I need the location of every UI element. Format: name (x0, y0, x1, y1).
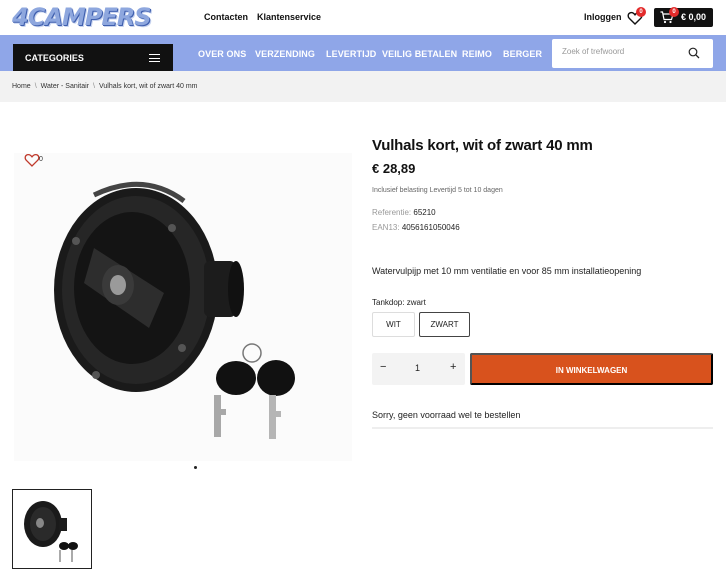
main-nav: CATEGORIES OVER ONS VERZENDING LEVERTIJD… (0, 35, 726, 72)
tax-delivery-note: Inclusief belasting Levertijd 5 tot 10 d… (372, 187, 503, 194)
option-zwart-button[interactable]: ZWART (419, 312, 470, 337)
cart-button[interactable]: € 0,00 (654, 8, 713, 27)
reference-row: Referentie: 65210 (372, 208, 436, 217)
nav-link-levertijd[interactable]: LEVERTIJD (326, 49, 376, 59)
product-price: € 28,89 (372, 161, 416, 176)
top-bar: 4CAMPERS Contacten Klantenservice Inlogg… (0, 0, 726, 35)
ean-label: EAN13: (372, 223, 400, 232)
categories-label: CATEGORIES (25, 53, 84, 63)
breadcrumb-water-sanitair[interactable]: Water - Sanitair (41, 83, 89, 90)
breadcrumb: Home \ Water - Sanitair \ Vulhals kort, wit … (12, 83, 198, 90)
quantity-increase-button[interactable]: + (450, 361, 456, 373)
site-logo[interactable]: 4CAMPERS (12, 3, 152, 31)
quantity-value[interactable]: 1 (415, 363, 420, 373)
reference-value: 65210 (413, 208, 436, 217)
customer-service-link[interactable]: Klantenservice (257, 12, 321, 22)
categories-button[interactable]: CATEGORIES (13, 44, 173, 72)
product-title: Vulhals kort, wit of zwart 40 mm (372, 137, 593, 154)
product-wishlist-count: 0 (39, 156, 43, 163)
login-link[interactable]: Inloggen (584, 12, 622, 22)
search-box (552, 39, 713, 68)
search-input[interactable] (562, 47, 682, 56)
nav-link-reimo[interactable]: REIMO (462, 49, 492, 59)
nav-link-verzending[interactable]: VERZENDING (255, 49, 315, 59)
divider (372, 427, 713, 429)
nav-link-veilig-betalen[interactable]: VEILIG BETALEN (382, 49, 457, 59)
menu-icon (149, 54, 160, 62)
reference-label: Referentie: (372, 208, 412, 217)
breadcrumb-separator: \ (34, 83, 37, 90)
option-label: Tankdop: zwart (372, 298, 426, 307)
carousel-dot[interactable] (194, 466, 197, 469)
nav-link-over-ons[interactable]: OVER ONS (198, 49, 246, 59)
search-icon[interactable] (688, 47, 700, 59)
breadcrumb-bar: Home \ Water - Sanitair \ Vulhals kort, wit … (0, 71, 726, 102)
cart-count-badge: 0 (669, 7, 679, 17)
ean-value: 4056161050046 (401, 223, 460, 232)
contact-link[interactable]: Contacten (204, 12, 248, 22)
cart-total: € 0,00 (681, 12, 707, 22)
product-image[interactable] (14, 153, 352, 461)
breadcrumb-home[interactable]: Home (12, 83, 31, 90)
breadcrumb-separator: \ (93, 83, 95, 90)
add-to-cart-button[interactable]: IN WINKELWAGEN (470, 353, 713, 385)
breadcrumb-current: Vulhals kort, wit of zwart 40 mm (98, 83, 198, 90)
stock-status: Sorry, geen voorraad wel te bestellen (372, 410, 521, 420)
product-description: Watervulpijp met 10 mm ventilatie en voo… (372, 266, 642, 276)
quantity-stepper: − 1 + (372, 353, 465, 385)
product-thumbnail[interactable] (12, 489, 92, 569)
option-wit-button[interactable]: WIT (372, 312, 415, 337)
wishlist-count-badge: 0 (636, 7, 646, 17)
ean-row: EAN13: 4056161050046 (372, 223, 460, 232)
nav-link-berger[interactable]: BERGER (503, 49, 542, 59)
quantity-decrease-button[interactable]: − (380, 361, 386, 373)
